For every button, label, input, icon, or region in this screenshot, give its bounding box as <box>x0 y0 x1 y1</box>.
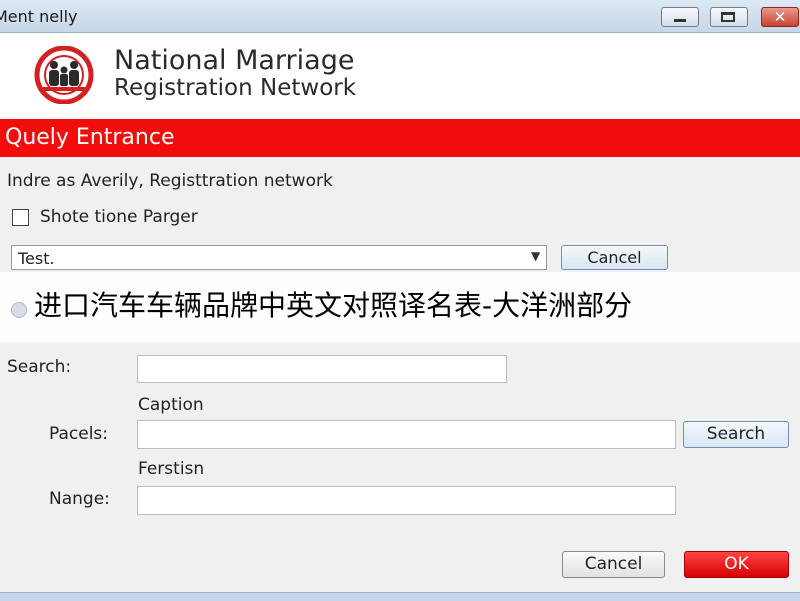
search-input[interactable] <box>137 355 507 383</box>
ferstisn-heading: Ferstisn <box>138 459 205 479</box>
pacels-label: Pacels: <box>49 424 109 444</box>
search-label: Search: <box>7 357 72 377</box>
close-button[interactable]: ✕ <box>761 7 799 27</box>
close-icon: ✕ <box>773 8 787 26</box>
maximize-icon <box>721 12 735 22</box>
minimize-button[interactable] <box>661 7 699 27</box>
description-text: Indre as Averily, Registtration network <box>7 171 333 191</box>
minimize-icon <box>674 19 686 22</box>
chevron-down-icon[interactable]: ▼ <box>531 249 540 263</box>
maximize-button[interactable] <box>710 7 748 27</box>
ok-button[interactable]: OK <box>684 551 789 578</box>
section-title: Quely Entrance <box>5 125 175 150</box>
checkbox-label: Shote tione Parger <box>40 207 198 227</box>
search-button[interactable]: Search <box>683 421 789 448</box>
family-emblem-icon <box>34 46 94 104</box>
cancel-button[interactable]: Cancel <box>562 551 665 578</box>
show-checkbox[interactable] <box>12 209 29 226</box>
org-name-line1: National Marriage <box>114 45 355 76</box>
combo-value: Test. <box>18 249 55 268</box>
caption-heading: Caption <box>138 395 204 415</box>
nange-input[interactable] <box>137 486 676 515</box>
overlay-caption: 进口汽车车辆品牌中英文对照译名表-大洋洲部分 <box>34 289 633 322</box>
pacels-input[interactable] <box>137 420 676 449</box>
cancel-top-button[interactable]: Cancel <box>561 245 668 270</box>
radio-icon <box>11 302 27 318</box>
test-combobox[interactable]: Test. ▼ <box>11 245 547 270</box>
nange-label: Nange: <box>49 489 110 509</box>
window-title: Ment nelly <box>0 7 78 26</box>
org-name-line2: Registration Network <box>114 75 357 101</box>
